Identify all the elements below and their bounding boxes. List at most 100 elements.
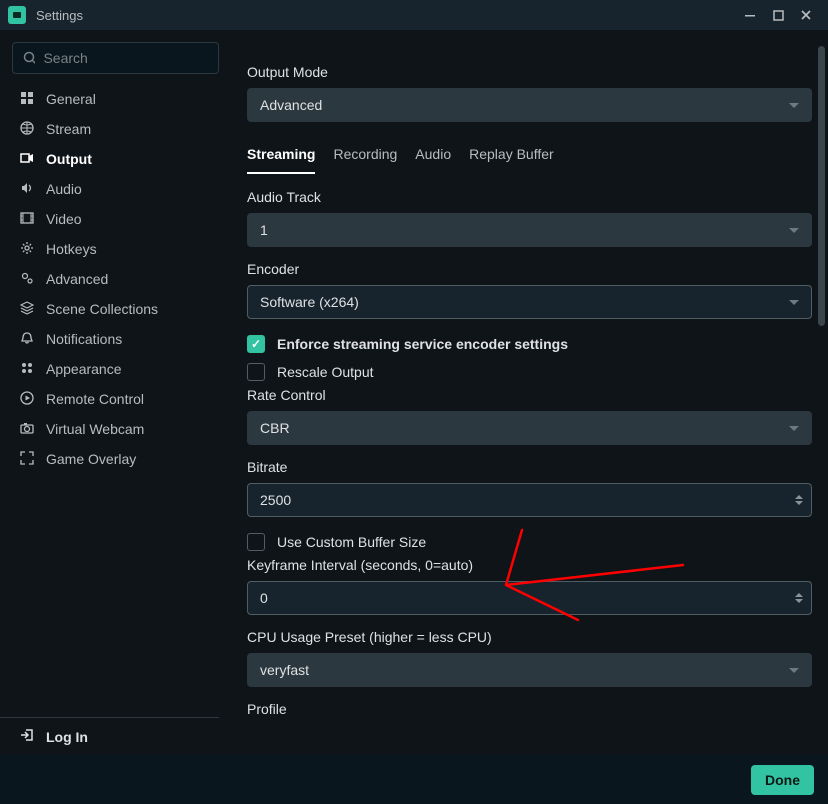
cpu-preset-label: CPU Usage Preset (higher = less CPU) (247, 629, 812, 645)
tab-label: Replay Buffer (469, 146, 554, 162)
search-input-container[interactable] (12, 42, 219, 74)
chevron-down-icon (789, 228, 799, 233)
cpu-preset-select[interactable]: veryfast (247, 653, 812, 687)
sidebar-item-scene-collections[interactable]: Scene Collections (12, 294, 219, 324)
tab-streaming[interactable]: Streaming (247, 146, 315, 174)
rate-control-value: CBR (260, 420, 290, 436)
output-mode-select[interactable]: Advanced (247, 88, 812, 122)
chevron-down-icon (789, 103, 799, 108)
sidebar-item-label: General (46, 91, 96, 107)
window-title: Settings (36, 8, 736, 23)
main-panel: Output Mode Advanced Streaming Recording… (219, 42, 828, 755)
audio-track-value: 1 (260, 222, 268, 238)
play-circle-icon (18, 391, 36, 408)
sidebar-item-label: Game Overlay (46, 451, 136, 467)
audio-track-label: Audio Track (247, 189, 812, 205)
sidebar-item-general[interactable]: General (12, 84, 219, 114)
output-mode-value: Advanced (260, 97, 322, 113)
custom-buffer-label: Use Custom Buffer Size (277, 534, 426, 550)
chevron-down-icon (789, 300, 799, 305)
tab-recording[interactable]: Recording (333, 146, 397, 174)
spinner-up-icon (795, 495, 803, 499)
layers-icon (18, 301, 36, 318)
nav-list: General Stream Output Audio Video Hotkey… (12, 84, 219, 717)
sidebar-item-stream[interactable]: Stream (12, 114, 219, 144)
profile-label: Profile (247, 701, 812, 717)
sidebar-item-notifications[interactable]: Notifications (12, 324, 219, 354)
enforce-checkbox[interactable] (247, 335, 265, 353)
encoder-select[interactable]: Software (x264) (247, 285, 812, 319)
spinner-down-icon (795, 599, 803, 603)
spinner-down-icon (795, 501, 803, 505)
enforce-checkbox-row: Enforce streaming service encoder settin… (247, 335, 812, 353)
camera-icon (18, 421, 36, 438)
sidebar-item-advanced[interactable]: Advanced (12, 264, 219, 294)
sidebar-item-audio[interactable]: Audio (12, 174, 219, 204)
custom-buffer-checkbox[interactable] (247, 533, 265, 551)
sidebar-item-label: Scene Collections (46, 301, 158, 317)
keyframe-input[interactable]: 0 (247, 581, 812, 615)
enforce-label: Enforce streaming service encoder settin… (277, 336, 568, 352)
palette-icon (18, 361, 36, 378)
login-icon (18, 728, 36, 745)
sidebar-item-label: Stream (46, 121, 91, 137)
close-icon (800, 9, 812, 21)
expand-icon (18, 451, 36, 468)
spinner-buttons[interactable] (795, 593, 803, 603)
sidebar-item-hotkeys[interactable]: Hotkeys (12, 234, 219, 264)
gears-icon (18, 271, 36, 288)
audio-track-select[interactable]: 1 (247, 213, 812, 247)
output-mode-label: Output Mode (247, 64, 812, 80)
sidebar-item-label: Notifications (46, 331, 122, 347)
sidebar-item-video[interactable]: Video (12, 204, 219, 234)
sidebar: General Stream Output Audio Video Hotkey… (12, 42, 219, 755)
bitrate-input[interactable]: 2500 (247, 483, 812, 517)
spinner-buttons[interactable] (795, 495, 803, 505)
maximize-icon (773, 10, 784, 21)
encoder-value: Software (x264) (260, 294, 359, 310)
volume-icon (18, 181, 36, 198)
scrollbar[interactable] (818, 46, 825, 326)
sidebar-item-label: Remote Control (46, 391, 144, 407)
output-tabs: Streaming Recording Audio Replay Buffer (247, 146, 812, 175)
maximize-button[interactable] (764, 1, 792, 29)
sidebar-item-virtual-webcam[interactable]: Virtual Webcam (12, 414, 219, 444)
custom-buffer-checkbox-row: Use Custom Buffer Size (247, 533, 812, 551)
rescale-checkbox[interactable] (247, 363, 265, 381)
sidebar-item-label: Output (46, 151, 92, 167)
sidebar-item-remote-control[interactable]: Remote Control (12, 384, 219, 414)
sidebar-item-label: Virtual Webcam (46, 421, 144, 437)
sidebar-item-game-overlay[interactable]: Game Overlay (12, 444, 219, 474)
film-icon (18, 211, 36, 228)
tab-audio[interactable]: Audio (415, 146, 451, 174)
sidebar-item-output[interactable]: Output (12, 144, 219, 174)
globe-icon (18, 121, 36, 138)
close-button[interactable] (792, 1, 820, 29)
sidebar-item-appearance[interactable]: Appearance (12, 354, 219, 384)
chevron-down-icon (789, 426, 799, 431)
rescale-label: Rescale Output (277, 364, 374, 380)
chevron-down-icon (789, 668, 799, 673)
sidebar-item-label: Audio (46, 181, 82, 197)
tab-replay-buffer[interactable]: Replay Buffer (469, 146, 554, 174)
output-icon (18, 151, 36, 168)
tab-label: Recording (333, 146, 397, 162)
spinner-up-icon (795, 593, 803, 597)
done-button[interactable]: Done (751, 765, 814, 795)
keyframe-label: Keyframe Interval (seconds, 0=auto) (247, 557, 812, 573)
login-label: Log In (46, 729, 88, 745)
rate-control-select[interactable]: CBR (247, 411, 812, 445)
bitrate-label: Bitrate (247, 459, 812, 475)
encoder-label: Encoder (247, 261, 812, 277)
sidebar-item-label: Appearance (46, 361, 122, 377)
search-icon (23, 51, 35, 65)
minimize-button[interactable] (736, 1, 764, 29)
footer-bar: Done (0, 755, 828, 804)
sidebar-item-label: Advanced (46, 271, 108, 287)
keyframe-value: 0 (260, 590, 268, 606)
minimize-icon (744, 9, 756, 21)
login-button[interactable]: Log In (18, 728, 213, 745)
sidebar-footer: Log In (0, 717, 219, 755)
search-input[interactable] (43, 50, 208, 66)
sidebar-item-label: Hotkeys (46, 241, 97, 257)
